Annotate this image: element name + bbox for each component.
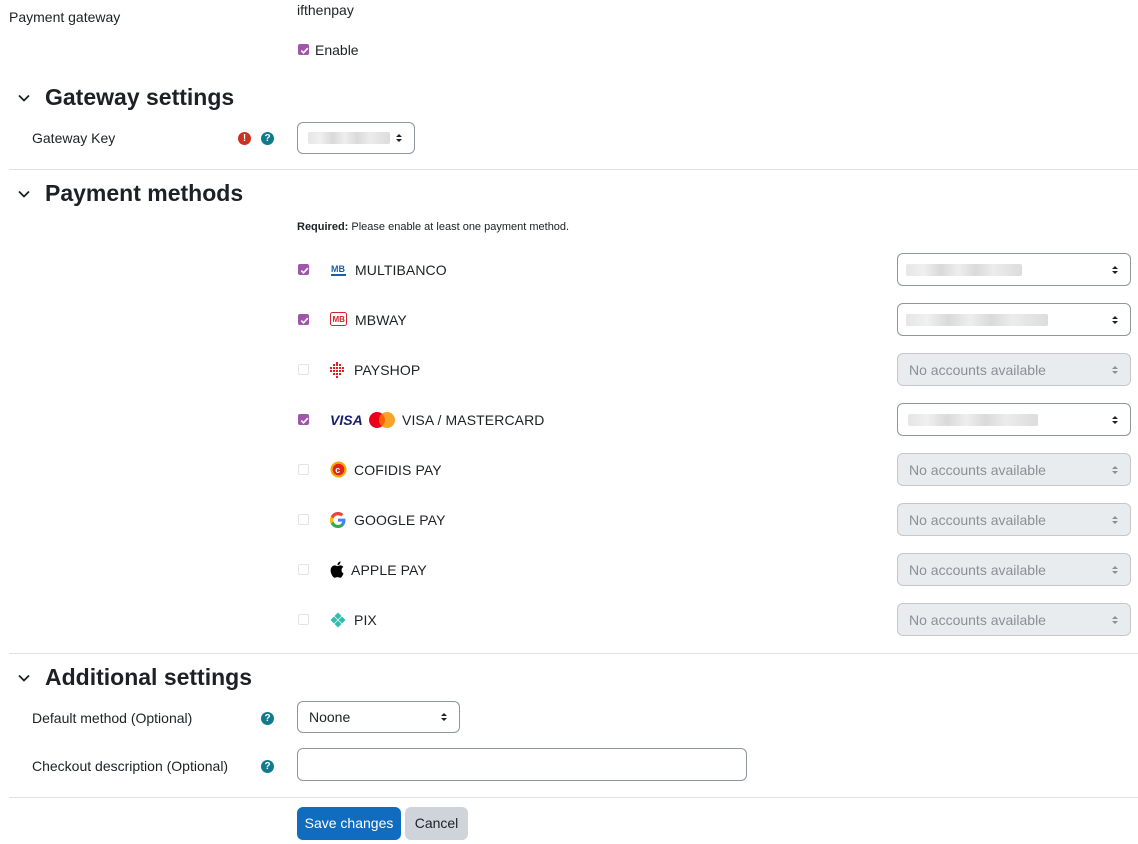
account-select-pix[interactable]: No accounts available: [897, 603, 1131, 636]
select-caret-icon: [1112, 315, 1118, 324]
multibanco-icon: MB: [331, 264, 346, 276]
required-note: Required: Please enable at least one pay…: [297, 221, 569, 233]
svg-text:MB: MB: [331, 264, 345, 274]
redacted-value: [906, 263, 1022, 276]
svg-text:MB: MB: [333, 315, 346, 324]
select-caret-icon: [396, 134, 402, 142]
section-title-gateway-settings[interactable]: Gateway settings: [45, 84, 234, 111]
cofidis-icon: c: [330, 461, 347, 478]
chevron-down-icon[interactable]: [17, 91, 31, 105]
method-checkbox-google-pay[interactable]: [298, 514, 309, 525]
check-icon: [300, 317, 309, 324]
required-note-text: Please enable at least one payment metho…: [348, 221, 570, 233]
method-label-mbway: MBWAY: [355, 312, 407, 328]
method-label-google-pay: GOOGLE PAY: [354, 512, 446, 528]
section-divider: [9, 653, 1138, 654]
required-note-label: Required:: [297, 221, 349, 233]
apple-icon: [330, 561, 344, 578]
mastercard-icon: [369, 412, 395, 428]
method-label-pix: PIX: [354, 612, 377, 628]
gateway-key-select[interactable]: [297, 122, 415, 154]
payshop-icon: [330, 362, 344, 378]
enable-checkbox[interactable]: [298, 44, 309, 55]
method-checkbox-cofidis-pay[interactable]: [298, 464, 309, 475]
select-caret-icon: [1112, 565, 1118, 574]
redacted-value: [908, 413, 1038, 426]
account-select-multibanco[interactable]: [897, 253, 1131, 286]
svg-text:c: c: [335, 465, 340, 475]
checkout-description-input[interactable]: [297, 748, 747, 781]
gateway-key-label: Gateway Key: [32, 130, 116, 146]
default-method-label: Default method (Optional): [32, 710, 193, 726]
select-caret-icon: [1112, 515, 1118, 524]
method-label-apple-pay: APPLE PAY: [351, 562, 427, 578]
redacted-value: [906, 313, 1048, 326]
method-checkbox-visa-mastercard[interactable]: [298, 414, 309, 425]
account-select-value: No accounts available: [909, 361, 1046, 378]
select-caret-icon: [1112, 465, 1118, 474]
checkout-description-label: Checkout description (Optional): [32, 758, 229, 774]
account-select-visa-mastercard[interactable]: [897, 403, 1131, 436]
google-icon: [330, 512, 346, 528]
enable-label: Enable: [315, 42, 359, 58]
account-select-value: No accounts available: [909, 461, 1046, 478]
account-select-apple-pay[interactable]: No accounts available: [897, 553, 1131, 586]
gateway-name: ifthenpay: [297, 2, 354, 18]
check-icon: [300, 47, 309, 54]
method-checkbox-mbway[interactable]: [298, 314, 309, 325]
select-caret-icon: [1112, 415, 1118, 424]
cancel-button[interactable]: Cancel: [405, 807, 468, 840]
check-icon: [300, 267, 309, 274]
account-select-value: No accounts available: [909, 561, 1046, 578]
select-caret-icon: [1112, 365, 1118, 374]
section-title-payment-methods[interactable]: Payment methods: [45, 180, 243, 207]
form-divider: [9, 797, 1138, 798]
method-label-cofidis-pay: COFIDIS PAY: [354, 462, 442, 478]
check-icon: [300, 417, 309, 424]
method-checkbox-multibanco[interactable]: [298, 264, 309, 275]
method-checkbox-apple-pay[interactable]: [298, 564, 309, 575]
method-label-multibanco: MULTIBANCO: [355, 262, 447, 278]
help-icon[interactable]: ?: [261, 132, 274, 145]
payment-gateway-label: Payment gateway: [9, 9, 121, 25]
default-method-value: Noone: [309, 709, 351, 725]
section-title-additional-settings[interactable]: Additional settings: [45, 664, 252, 691]
section-divider: [9, 169, 1138, 170]
svg-text:VISA: VISA: [330, 412, 363, 428]
account-select-cofidis-pay[interactable]: No accounts available: [897, 453, 1131, 486]
chevron-down-icon[interactable]: [17, 671, 31, 685]
method-label-payshop: PAYSHOP: [354, 362, 421, 378]
visa-icon: VISA: [330, 412, 363, 428]
pix-icon: [330, 612, 346, 628]
account-select-mbway[interactable]: [897, 303, 1131, 336]
account-select-google-pay[interactable]: No accounts available: [897, 503, 1131, 536]
method-checkbox-pix[interactable]: [298, 614, 309, 625]
account-select-value: No accounts available: [909, 611, 1046, 628]
help-icon[interactable]: ?: [261, 712, 274, 725]
method-label-visa-mastercard: VISA / MASTERCARD: [402, 412, 545, 428]
help-icon[interactable]: ?: [261, 760, 274, 773]
account-select-value: No accounts available: [909, 511, 1046, 528]
select-caret-icon: [1112, 615, 1118, 624]
mbway-icon: MB: [330, 312, 347, 326]
default-method-select[interactable]: Noone: [297, 701, 460, 733]
select-caret-icon: [441, 713, 447, 721]
chevron-down-icon[interactable]: [17, 187, 31, 201]
select-caret-icon: [1112, 265, 1118, 274]
save-changes-button[interactable]: Save changes: [297, 807, 401, 840]
account-select-payshop[interactable]: No accounts available: [897, 353, 1131, 386]
redacted-value: [308, 132, 390, 144]
method-checkbox-payshop[interactable]: [298, 364, 309, 375]
required-error-icon: !: [238, 132, 251, 145]
